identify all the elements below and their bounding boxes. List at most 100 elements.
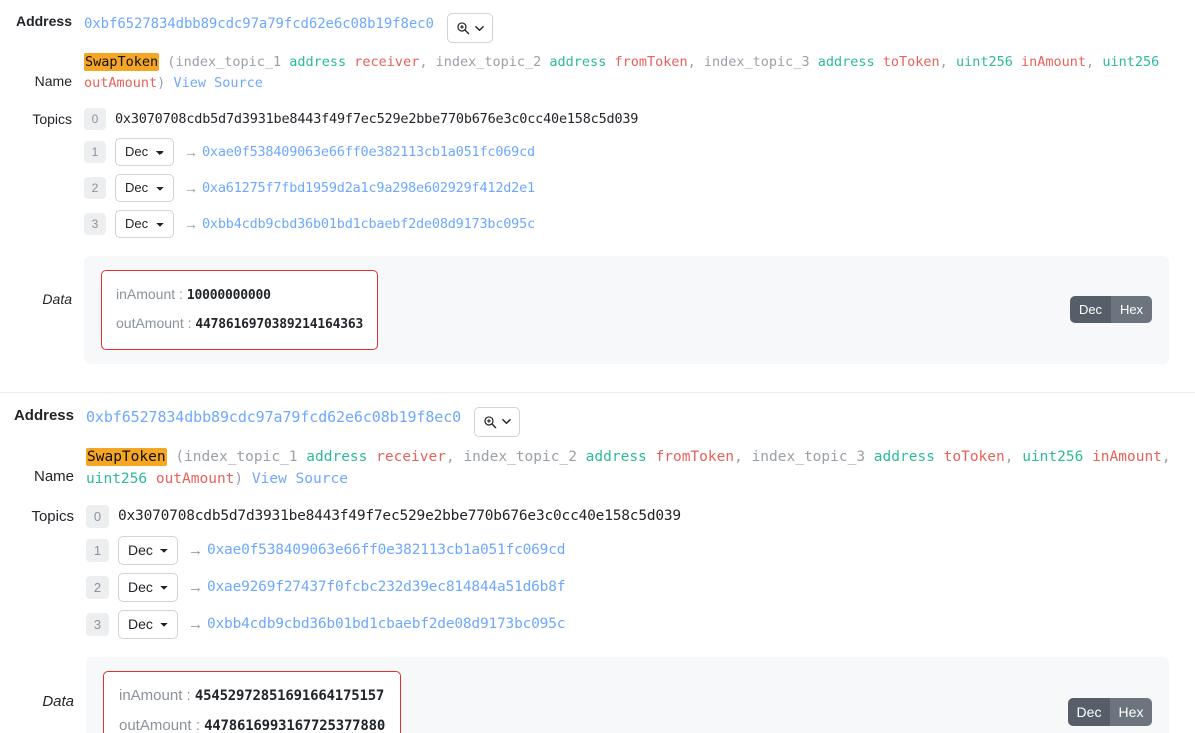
topic-address-link[interactable]: 0xae0f538409063e66ff0e382113cb1a051fc069…	[207, 542, 565, 558]
data-format-hex-button[interactable]: Hex	[1111, 296, 1152, 324]
param-type-5: uint256	[86, 471, 148, 488]
param-index-2: index_topic_2	[463, 448, 577, 465]
address-link[interactable]: 0xbf6527834dbb89cdc97a79fcd62e6c08b19f8e…	[84, 16, 434, 32]
data-key: inAmount :	[119, 686, 191, 704]
data-value: 4478616993167725377880	[204, 717, 386, 733]
name-row: Name SwapToken (index_topic_1 address re…	[0, 43, 1195, 94]
data-entry: inAmount : 45452972851691664175157	[119, 681, 385, 711]
param-name-1: receiver	[376, 448, 446, 465]
data-format-dec-button[interactable]: Dec	[1070, 296, 1111, 324]
arrow-right-icon: →	[188, 541, 203, 559]
param-index-3: index_topic_3	[703, 54, 810, 70]
name-row: Name SwapToken (index_topic_1 address re…	[0, 437, 1195, 491]
topic-address-link[interactable]: 0xae9269f27437f0fcbc232d39ec814844a51d6b…	[207, 579, 565, 595]
param-sep-1: ,	[445, 448, 455, 465]
data-body: inAmount : 10000000000 outAmount : 44786…	[84, 255, 1195, 364]
data-label: Data	[42, 692, 74, 710]
data-values-box: inAmount : 10000000000 outAmount : 44786…	[101, 269, 379, 350]
topic-format-select[interactable]: Dec	[115, 209, 174, 238]
param-sep-2: ,	[687, 54, 696, 70]
topic-item-3: 3 Dec → 0xbb4cdb9cbd36b01bd1cbaebf2de08d…	[86, 609, 1195, 639]
name-body: SwapToken (index_topic_1 address receive…	[86, 446, 1195, 491]
param-type-3: address	[873, 448, 935, 465]
data-entry: inAmount : 10000000000	[116, 280, 363, 309]
topic-format-select[interactable]: Dec	[118, 609, 178, 639]
topic-item-2: 2 Dec → 0xae9269f27437f0fcbc232d39ec8148…	[86, 572, 1195, 602]
topic-index-badge: 0	[86, 504, 109, 528]
param-index-2: index_topic_2	[435, 54, 542, 70]
topic-format-select[interactable]: Dec	[118, 572, 178, 602]
param-name-1: receiver	[354, 54, 420, 70]
address-link[interactable]: 0xbf6527834dbb89cdc97a79fcd62e6c08b19f8e…	[86, 408, 461, 426]
name-label: Name	[33, 467, 74, 485]
address-row: Address 0xbf6527834dbb89cdc97a79fcd62e6c…	[0, 0, 1195, 43]
param-name-5: outAmount	[84, 74, 158, 91]
log-block-2: Address 0xbf6527834dbb89cdc97a79fcd62e6c…	[0, 393, 1195, 733]
topic-format-select[interactable]: Dec	[115, 137, 174, 166]
signature-close-paren: )	[157, 74, 166, 91]
data-row: Data inAmount : 10000000000 outAmount : …	[0, 238, 1195, 364]
data-format-hex-button[interactable]: Hex	[1110, 697, 1152, 726]
param-type-2: address	[585, 448, 647, 465]
data-values-box: inAmount : 45452972851691664175157 outAm…	[103, 670, 402, 733]
data-key: inAmount :	[116, 285, 183, 302]
view-source-link[interactable]: View Source	[173, 75, 262, 91]
param-type-1: address	[289, 54, 347, 70]
arrow-right-icon: →	[184, 143, 198, 160]
topic-index-badge: 3	[84, 212, 106, 235]
topic-address-link[interactable]: 0xbb4cdb9cbd36b01bd1cbaebf2de08d9173bc09…	[207, 616, 565, 632]
param-type-1: address	[306, 448, 368, 465]
signature-open-paren: (	[175, 448, 185, 465]
topic-address-link[interactable]: 0xa61275f7fbd1959d2a1c9a298e602929f412d2…	[202, 180, 535, 196]
data-value: 45452972851691664175157	[194, 687, 385, 704]
view-source-link[interactable]: View Source	[252, 471, 348, 487]
param-sep-3: ,	[939, 54, 948, 70]
topic-item-0: 0 0x3070708cdb5d7d3931be8443f49f7ec529e2…	[84, 107, 1195, 130]
topic-item-0: 0 0x3070708cdb5d7d3931be8443f49f7ec529e2…	[86, 504, 1195, 528]
topic-item-1: 1 Dec → 0xae0f538409063e66ff0e382113cb1a…	[86, 535, 1195, 565]
data-format-dec-button[interactable]: Dec	[1068, 697, 1110, 726]
address-magnifier-button[interactable]	[446, 13, 493, 43]
topic-address-link[interactable]: 0xbb4cdb9cbd36b01bd1cbaebf2de08d9173bc09…	[202, 216, 535, 232]
data-body: inAmount : 45452972851691664175157 outAm…	[86, 656, 1195, 733]
chevron-down-icon	[474, 24, 484, 33]
topics-body: 0 0x3070708cdb5d7d3931be8443f49f7ec529e2…	[86, 504, 1195, 639]
topics-row: Topics 0 0x3070708cdb5d7d3931be8443f49f7…	[0, 94, 1195, 238]
data-entry: outAmount : 4478616993167725377880	[119, 711, 385, 733]
arrow-right-icon: →	[188, 615, 203, 633]
topic-index-badge: 0	[84, 107, 106, 130]
data-key: outAmount :	[119, 716, 200, 733]
topic-address-link[interactable]: 0xae0f538409063e66ff0e382113cb1a051fc069…	[202, 144, 535, 160]
chevron-down-icon	[502, 417, 512, 426]
param-type-2: address	[549, 54, 607, 70]
topic-index-badge: 3	[86, 612, 109, 636]
data-format-toggle: Dec Hex	[1068, 697, 1152, 726]
data-row: Data inAmount : 45452972851691664175157 …	[0, 639, 1195, 733]
address-body: 0xbf6527834dbb89cdc97a79fcd62e6c08b19f8e…	[84, 13, 1195, 43]
param-sep-1: ,	[419, 54, 428, 70]
data-panel: inAmount : 45452972851691664175157 outAm…	[86, 656, 1169, 733]
param-type-3: address	[817, 54, 875, 70]
param-name-3: toToken	[943, 448, 1005, 465]
arrow-right-icon: →	[184, 179, 198, 196]
data-panel: inAmount : 10000000000 outAmount : 44786…	[84, 255, 1169, 364]
topic-format-select[interactable]: Dec	[115, 173, 174, 202]
topic-index-badge: 1	[84, 140, 106, 163]
data-key: outAmount :	[116, 314, 192, 331]
data-value: 10000000000	[186, 287, 271, 303]
log-block-1: Address 0xbf6527834dbb89cdc97a79fcd62e6c…	[0, 0, 1195, 364]
topic-value: 0x3070708cdb5d7d3931be8443f49f7ec529e2bb…	[118, 508, 681, 525]
param-name-5: outAmount	[155, 471, 235, 488]
param-index-3: index_topic_3	[751, 448, 866, 465]
topics-label: Topics	[31, 507, 74, 525]
topic-format-select[interactable]: Dec	[118, 535, 178, 565]
param-sep-3: ,	[1004, 448, 1014, 465]
param-index-1: index_topic_1	[184, 448, 298, 465]
topic-item-3: 3 Dec → 0xbb4cdb9cbd36b01bd1cbaebf2de08d…	[84, 209, 1195, 238]
address-magnifier-button[interactable]	[474, 406, 521, 437]
name-label: Name	[34, 73, 72, 89]
data-label: Data	[42, 290, 72, 307]
param-name-2: fromToken	[655, 448, 735, 465]
topic-item-2: 2 Dec → 0xa61275f7fbd1959d2a1c9a298e6029…	[84, 173, 1195, 202]
param-type-4: uint256	[955, 54, 1013, 70]
